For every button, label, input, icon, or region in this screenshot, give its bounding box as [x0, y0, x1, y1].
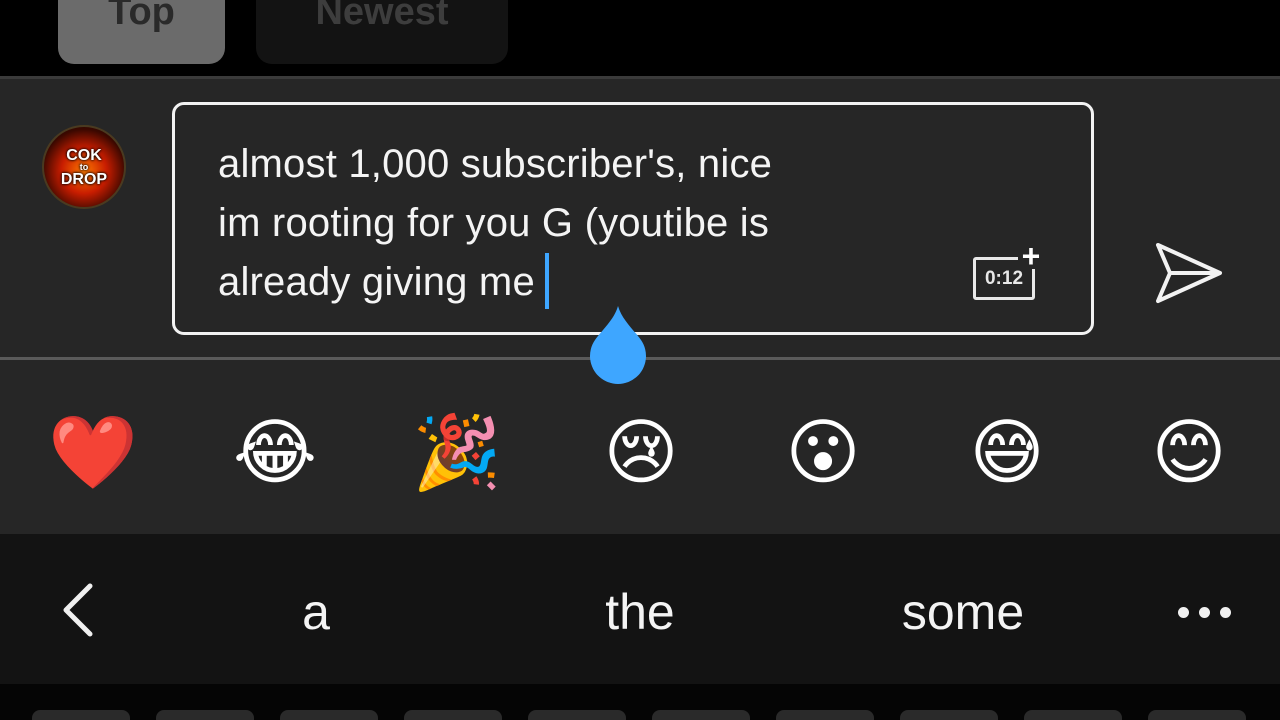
plus-icon: +	[1018, 240, 1044, 272]
sort-tabs: Top Newest	[0, 0, 1280, 78]
text-caret	[544, 253, 549, 309]
send-button[interactable]	[1150, 237, 1226, 309]
chevron-left-icon	[63, 583, 93, 637]
keyboard-suggestion-bar: a the some	[0, 534, 1280, 684]
send-icon	[1156, 243, 1222, 303]
key[interactable]	[1148, 710, 1246, 720]
key[interactable]	[156, 710, 254, 720]
more-options-button[interactable]	[1166, 582, 1242, 642]
more-dot	[1198, 606, 1210, 618]
comment-text[interactable]: almost 1,000 subscriber's, nice im rooti…	[218, 135, 978, 312]
add-timestamp-button[interactable]: 0:12 +	[970, 240, 1044, 303]
keyboard	[0, 684, 1280, 720]
suggestion-a[interactable]: a	[266, 582, 366, 642]
key[interactable]	[900, 710, 998, 720]
tab-top[interactable]: Top	[58, 0, 225, 64]
key[interactable]	[32, 710, 130, 720]
key[interactable]	[652, 710, 750, 720]
cursor-drag-handle[interactable]	[582, 302, 654, 392]
timestamp-label: 0:12	[984, 267, 1024, 289]
tears-of-joy-emoji-button[interactable]: 😂	[230, 408, 320, 498]
cursor-handle-icon	[590, 306, 646, 384]
red-heart-emoji-button[interactable]: ❤️	[48, 408, 138, 498]
back-button[interactable]	[52, 578, 108, 642]
avatar-logo-text: COK to DROP	[60, 146, 108, 188]
key[interactable]	[280, 710, 378, 720]
hushed-face-emoji-button[interactable]: 😮	[778, 408, 868, 498]
more-horizontal-icon	[1177, 606, 1189, 618]
key[interactable]	[776, 710, 874, 720]
suggestion-some[interactable]: some	[876, 582, 1050, 642]
key[interactable]	[404, 710, 502, 720]
comment-line-2: im rooting for you G (youtibe is	[218, 201, 770, 245]
avatar: COK to DROP	[42, 125, 126, 209]
smiling-face-emoji-button[interactable]: 😊	[1144, 408, 1234, 498]
grinning-sweat-emoji-button[interactable]: 😅	[962, 408, 1052, 498]
key[interactable]	[528, 710, 626, 720]
tab-newest[interactable]: Newest	[256, 0, 508, 64]
key[interactable]	[1024, 710, 1122, 720]
suggestion-the[interactable]: the	[570, 582, 710, 642]
comment-line-1: almost 1,000 subscriber's, nice	[218, 142, 773, 186]
comment-input[interactable]: almost 1,000 subscriber's, nice im rooti…	[172, 102, 1094, 335]
crying-face-emoji-button[interactable]: 😢	[596, 408, 686, 498]
party-popper-emoji-button[interactable]: 🎉	[412, 408, 502, 498]
more-dot	[1219, 606, 1231, 618]
